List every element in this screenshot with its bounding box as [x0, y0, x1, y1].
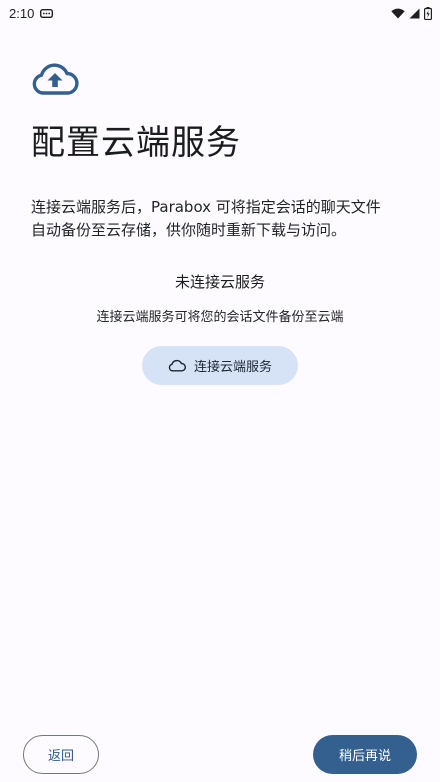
status-right	[391, 6, 432, 20]
cloud-upload-icon	[32, 63, 79, 95]
signal-icon	[409, 8, 420, 18]
connect-cloud-button[interactable]: 连接云端服务	[142, 346, 298, 385]
page-title: 配置云端服务	[31, 123, 241, 163]
description-line-1: 连接云端服务后，Parabox 可将指定会话的聊天文件	[31, 198, 381, 216]
back-button[interactable]: 返回	[23, 735, 99, 774]
cloud-icon	[168, 359, 186, 372]
status-left: 2:10	[9, 5, 54, 21]
connection-status: 未连接云服务	[174, 273, 265, 291]
battery-icon	[424, 6, 432, 20]
description: 连接云端服务后，Parabox 可将指定会话的聊天文件 自动备份至云存储，供你随…	[31, 196, 411, 242]
message-icon	[40, 8, 54, 18]
status-bar: 2:10	[0, 0, 440, 26]
wifi-icon	[391, 8, 405, 18]
connection-subtitle: 连接云端服务可将您的会话文件备份至云端	[96, 310, 344, 325]
screen: 2:10 配置云端服务 连接云端服务后，Parabox 可将指定会话的聊天文件 …	[0, 0, 440, 782]
description-line-2: 自动备份至云存储，供你随时重新下载与访问。	[31, 221, 347, 239]
status-time: 2:10	[9, 5, 35, 21]
connect-cloud-label: 连接云端服务	[193, 359, 272, 374]
later-button[interactable]: 稍后再说	[313, 735, 417, 774]
